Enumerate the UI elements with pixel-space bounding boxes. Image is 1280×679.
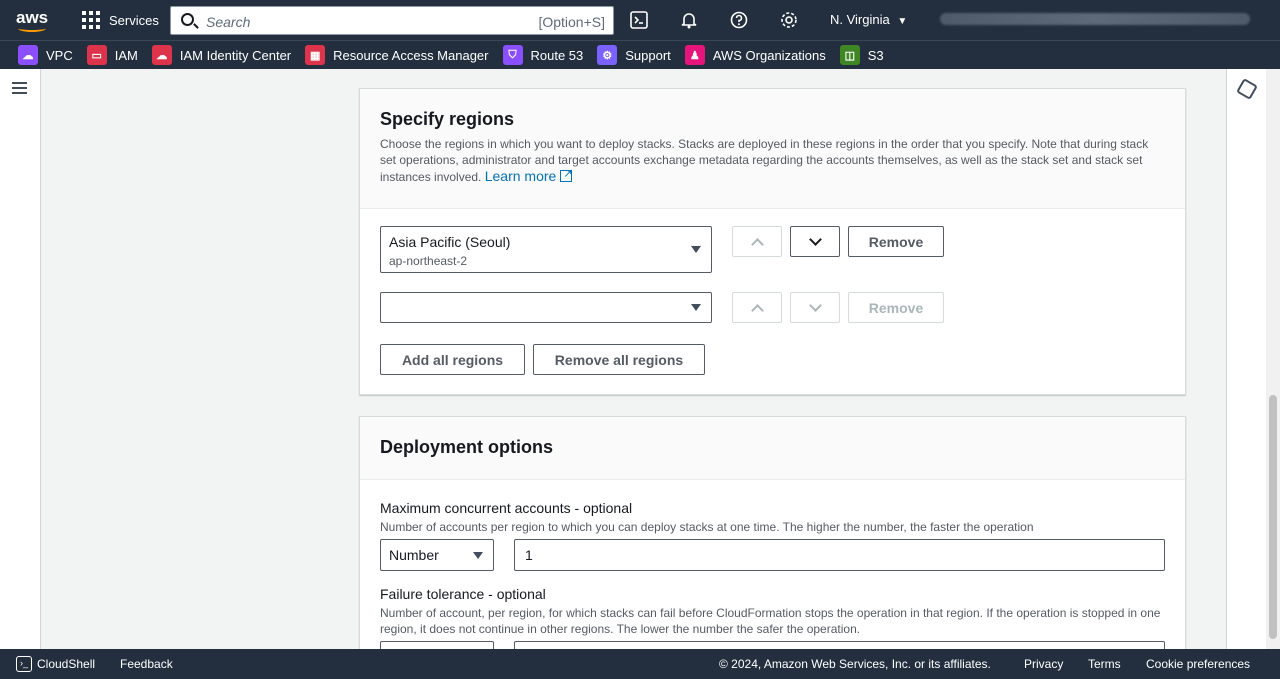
remove-all-label: Remove all regions <box>554 351 684 368</box>
cookie-preferences-link[interactable]: Cookie preferences <box>1146 657 1250 671</box>
move-up-button[interactable] <box>732 292 782 323</box>
favorite-label: VPC <box>46 47 73 63</box>
remove-region-button[interactable]: Remove <box>848 226 944 257</box>
region-name: Asia Pacific (Seoul) <box>389 234 511 250</box>
learn-more-label: Learn more <box>484 168 557 184</box>
remove-label: Remove <box>868 299 924 316</box>
input-value: 1 <box>525 547 533 563</box>
remove-label: Remove <box>868 233 924 250</box>
favorite-label: IAM <box>114 47 138 63</box>
chevron-up-icon <box>750 237 764 251</box>
tools-panel-icon[interactable] <box>1236 78 1258 100</box>
favorite-label: IAM Identity Center <box>179 47 292 63</box>
grid-icon <box>82 11 100 29</box>
region-select-1[interactable]: Asia Pacific (Seoul) ap-northeast-2 <box>380 226 712 273</box>
deployment-options-panel: Deployment options Maximum concurrent ac… <box>359 416 1186 673</box>
favorite-label: Resource Access Manager <box>333 47 489 63</box>
feedback-link[interactable]: Feedback <box>120 657 173 671</box>
caret-down-icon <box>691 246 701 253</box>
type-value: Number <box>389 547 439 563</box>
cloudshell-icon: ›_ <box>16 656 32 672</box>
panel-title: Specify regions <box>380 109 515 129</box>
search-icon <box>181 13 194 26</box>
learn-more-link[interactable]: Learn more <box>484 166 573 184</box>
search-shortcut: [Option+S] <box>538 14 605 30</box>
favorite-label: AWS Organizations <box>712 47 826 63</box>
chevron-down-icon <box>808 232 822 246</box>
caret-down-icon: ▼ <box>897 16 908 27</box>
hamburger-menu-icon[interactable] <box>12 82 27 94</box>
caret-down-icon <box>691 304 701 311</box>
account-menu[interactable] <box>940 13 1250 25</box>
gear-icon[interactable] <box>779 10 799 30</box>
favorites-bar: ☁ VPC ▭ IAM ☁ IAM Identity Center ▦ Reso… <box>0 40 1280 69</box>
page-scrollbar[interactable] <box>1266 69 1280 649</box>
max-concurrent-type-select[interactable]: Number <box>380 539 494 571</box>
copyright-text: © 2024, Amazon Web Services, Inc. or its… <box>719 657 991 671</box>
add-all-label: Add all regions <box>401 351 504 368</box>
move-down-button[interactable] <box>790 292 840 323</box>
scrollbar-thumb[interactable] <box>1269 395 1277 639</box>
favorite-iam-identity-center[interactable]: ☁ IAM Identity Center <box>151 45 292 65</box>
favorite-s3[interactable]: ◫ S3 <box>839 45 884 65</box>
max-concurrent-description: Number of accounts per region to which y… <box>380 520 1034 534</box>
services-label: Services <box>109 12 159 28</box>
support-icon: ⚙ <box>597 45 618 65</box>
panel-header: Specify regions Choose the regions in wh… <box>360 89 1185 209</box>
vpc-icon: ☁ <box>18 45 38 65</box>
panel-header: Deployment options <box>360 417 1185 480</box>
region-label: N. Virginia <box>830 12 890 27</box>
max-concurrent-input[interactable]: 1 <box>514 539 1165 571</box>
aws-logo[interactable]: aws <box>16 8 50 34</box>
terms-link[interactable]: Terms <box>1088 657 1121 671</box>
specify-regions-panel: Specify regions Choose the regions in wh… <box>359 88 1186 395</box>
failure-tolerance-description: Number of account, per region, for which… <box>380 606 1161 636</box>
move-down-button[interactable] <box>790 226 840 257</box>
iam-icon: ▭ <box>86 45 107 65</box>
move-up-button[interactable] <box>732 226 782 257</box>
cloudshell-nav-icon[interactable] <box>629 10 649 30</box>
favorite-route53[interactable]: ⛉ Route 53 <box>502 45 584 65</box>
side-navigation-rail <box>0 69 41 649</box>
console-footer: ›_ CloudShell Feedback © 2024, Amazon We… <box>0 649 1280 679</box>
route53-icon: ⛉ <box>502 45 523 65</box>
failure-tolerance-label: Failure tolerance - optional <box>380 586 546 602</box>
favorite-label: S3 <box>867 47 884 63</box>
caret-down-icon <box>473 552 483 559</box>
max-concurrent-label: Maximum concurrent accounts - optional <box>380 500 633 516</box>
favorite-support[interactable]: ⚙ Support <box>597 45 671 65</box>
cloudshell-link[interactable]: CloudShell <box>37 657 95 671</box>
panel-title: Deployment options <box>380 437 554 457</box>
right-tools-rail <box>1226 69 1266 649</box>
panel-description: Choose the regions in which you want to … <box>380 136 1165 185</box>
services-menu-button[interactable]: Services <box>82 10 159 30</box>
external-link-icon <box>560 166 573 182</box>
privacy-link[interactable]: Privacy <box>1024 657 1063 671</box>
identity-center-icon: ☁ <box>151 45 172 65</box>
region-selector[interactable]: N. Virginia ▼ <box>830 12 907 27</box>
add-all-regions-button[interactable]: Add all regions <box>380 344 525 375</box>
search-placeholder: Search <box>206 14 251 30</box>
remove-all-regions-button[interactable]: Remove all regions <box>533 344 705 375</box>
favorite-iam[interactable]: ▭ IAM <box>86 45 138 65</box>
favorite-label: Route 53 <box>530 47 584 63</box>
chevron-down-icon <box>808 298 822 312</box>
region-select-2[interactable] <box>380 292 712 323</box>
search-input[interactable]: Search [Option+S] <box>170 6 614 35</box>
s3-icon: ◫ <box>839 45 860 65</box>
region-code: ap-northeast-2 <box>389 254 468 268</box>
favorite-resource-access-manager[interactable]: ▦ Resource Access Manager <box>305 45 489 65</box>
favorite-aws-organizations[interactable]: ♟ AWS Organizations <box>684 45 826 65</box>
remove-region-button[interactable]: Remove <box>848 292 944 323</box>
favorite-label: Support <box>625 47 671 63</box>
help-icon[interactable] <box>729 10 749 30</box>
organizations-icon: ♟ <box>684 45 705 65</box>
top-navigation: aws Services Search [Option+S] N. Virgin… <box>0 0 1280 40</box>
chevron-up-icon <box>750 303 764 317</box>
favorite-vpc[interactable]: ☁ VPC <box>18 45 73 65</box>
ram-icon: ▦ <box>305 45 326 65</box>
bell-icon[interactable] <box>679 10 699 30</box>
